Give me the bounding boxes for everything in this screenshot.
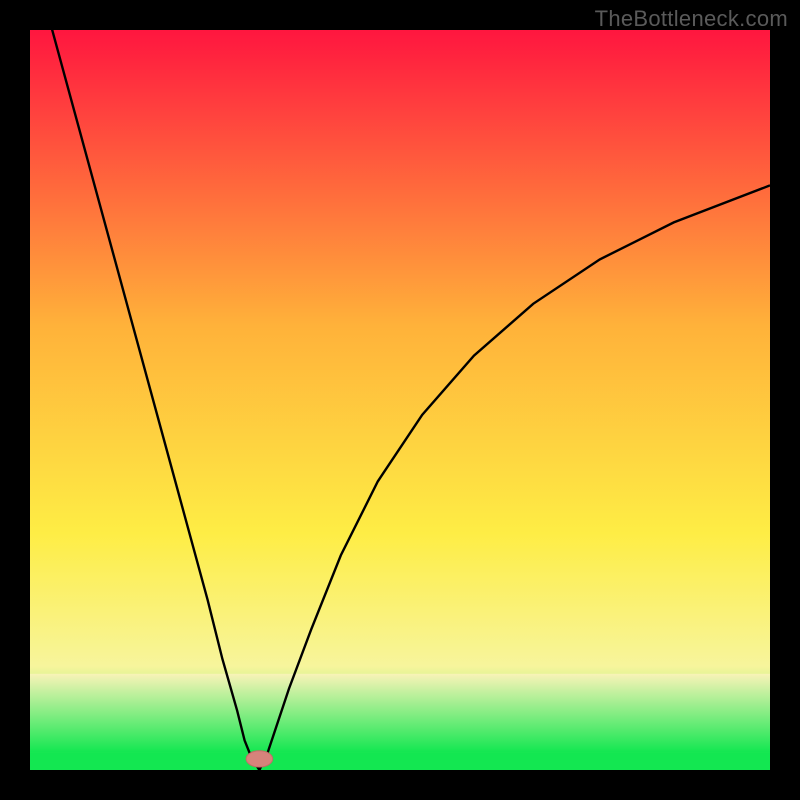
- optimum-marker: [246, 751, 273, 767]
- chart-svg: [30, 30, 770, 770]
- yellow-green-fade-band: [30, 674, 770, 752]
- plot-area: [30, 30, 770, 770]
- watermark-text: TheBottleneck.com: [595, 6, 788, 32]
- gradient-background: [30, 30, 770, 770]
- chart-frame: TheBottleneck.com: [0, 0, 800, 800]
- green-base-band: [30, 752, 770, 770]
